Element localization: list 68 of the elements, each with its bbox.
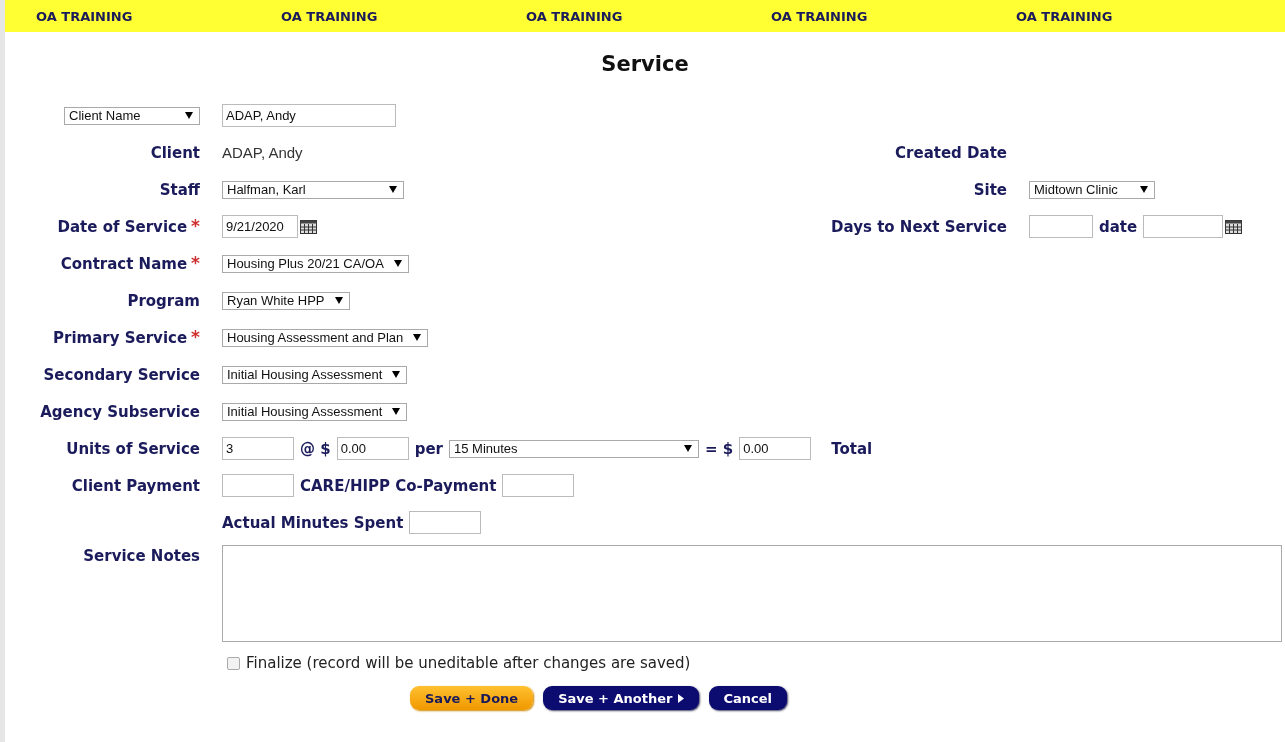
finalize-label: Finalize (record will be uneditable after changes are saved): [246, 654, 691, 672]
banner-text: OA TRAINING: [281, 8, 379, 24]
calendar-icon[interactable]: [300, 219, 317, 234]
field-label: Service Notes: [83, 547, 200, 565]
cancel-button[interactable]: Cancel: [708, 686, 788, 710]
caret-icon: [389, 186, 397, 193]
save-another-button[interactable]: Save + Another: [543, 686, 699, 710]
copayment-field[interactable]: [502, 474, 575, 497]
banner-text: OA TRAINING: [771, 8, 869, 24]
field-label: Date of Service: [57, 217, 188, 236]
rate-label: @ $: [300, 439, 331, 458]
field-label: CARE/HIPP Co-Payment: [300, 476, 497, 495]
notes-field[interactable]: [222, 545, 1282, 642]
field-label: Created Date: [895, 143, 1007, 162]
total-label: Total: [831, 439, 873, 458]
caret-icon: [413, 334, 422, 341]
field-label: Staff: [159, 180, 200, 199]
date-field[interactable]: 9/21/2020: [222, 215, 298, 238]
caret-icon: [392, 371, 401, 378]
rate-field[interactable]: 0.00: [336, 437, 409, 460]
date-label: date: [1099, 217, 1138, 236]
caret-icon: [185, 112, 193, 119]
required-mark: *: [191, 218, 200, 235]
required-mark: *: [191, 329, 200, 346]
field-label: Client: [150, 143, 200, 162]
play-icon: [677, 693, 684, 703]
caret-icon: [334, 297, 343, 304]
dropdown[interactable]: Housing Plus 20/21 CA/OA: [222, 254, 409, 273]
caret-icon: [392, 408, 401, 415]
field-label: Site: [973, 180, 1007, 199]
page-title: Service: [600, 52, 690, 78]
banner-text: OA TRAINING: [1016, 8, 1114, 24]
equals-label: = $: [705, 439, 734, 458]
finalize-checkbox[interactable]: [227, 656, 240, 670]
field-label: Primary Service: [53, 328, 188, 347]
field-label: Agency Subservice: [40, 402, 200, 421]
days-field[interactable]: [1029, 215, 1093, 238]
field-label: Days to Next Service: [831, 217, 1007, 236]
field-label: Client Payment: [71, 476, 200, 495]
per-label: per: [414, 439, 443, 458]
next-date-field[interactable]: [1143, 215, 1224, 238]
units-field[interactable]: 3: [222, 437, 294, 460]
caret-icon: [393, 260, 402, 267]
banner-text: OA TRAINING: [36, 8, 134, 24]
caret-icon: [684, 445, 692, 452]
field-label: Program: [127, 291, 200, 310]
search-type-dropdown[interactable]: Client Name: [64, 106, 200, 125]
client-payment-field[interactable]: [222, 474, 294, 497]
field-label: Actual Minutes Spent: [222, 513, 404, 532]
unit-dropdown[interactable]: 15 Minutes: [449, 439, 699, 458]
calendar-icon[interactable]: [1225, 219, 1243, 234]
total-field[interactable]: 0.00: [739, 437, 812, 460]
field-label: Secondary Service: [43, 365, 200, 384]
dropdown[interactable]: Ryan White HPP: [222, 291, 350, 310]
minutes-field[interactable]: [409, 511, 482, 534]
dropdown[interactable]: Initial Housing Assessment: [222, 402, 408, 421]
field-label: Contract Name: [60, 254, 188, 273]
caret-icon: [1140, 186, 1148, 193]
site-dropdown[interactable]: Midtown Clinic: [1029, 180, 1155, 199]
client-search-field[interactable]: ADAP, Andy: [222, 104, 396, 127]
banner-text: OA TRAINING: [526, 8, 624, 24]
dropdown[interactable]: Halfman, Karl: [222, 180, 404, 199]
field-value: ADAP, Andy: [222, 144, 303, 161]
dropdown[interactable]: Initial Housing Assessment: [222, 365, 408, 384]
save-done-button[interactable]: Save + Done: [410, 686, 534, 710]
dropdown[interactable]: Housing Assessment and Plan: [222, 328, 429, 347]
field-label: Units of Service: [66, 439, 200, 458]
required-mark: *: [191, 255, 200, 272]
